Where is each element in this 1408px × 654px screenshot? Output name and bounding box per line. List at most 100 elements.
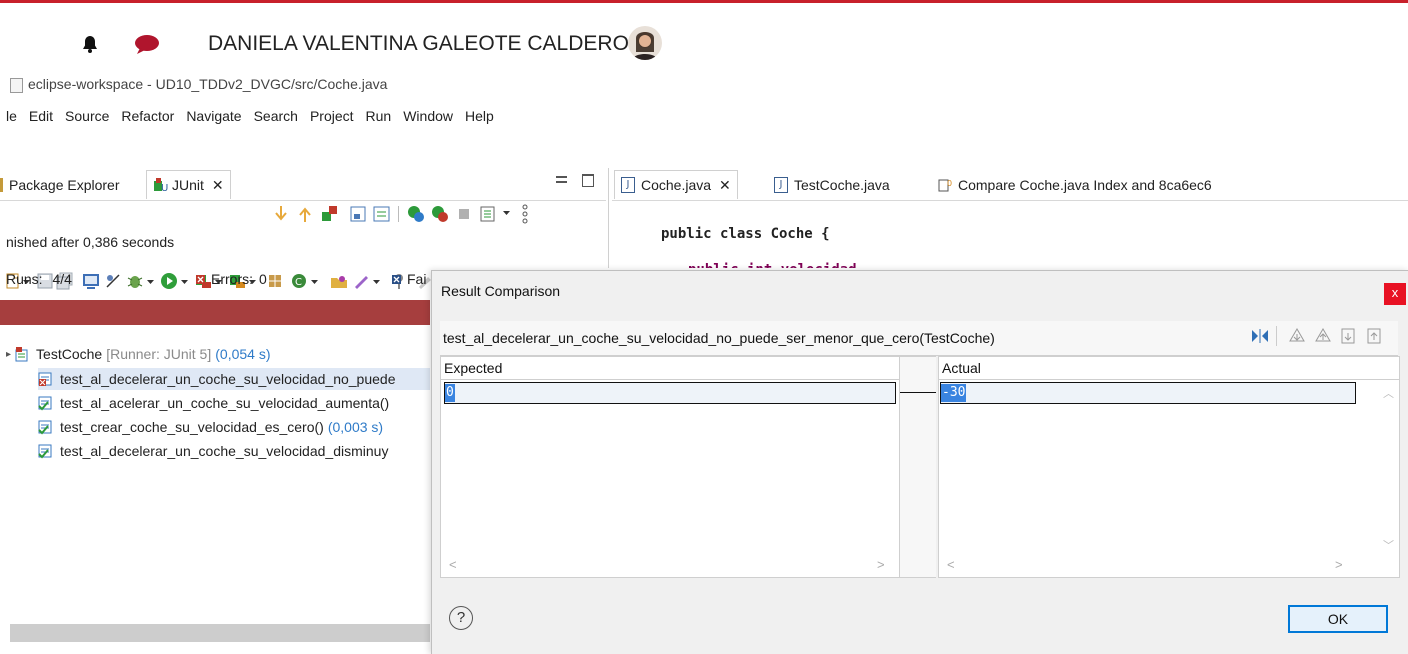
- terminal-icon[interactable]: [82, 272, 100, 290]
- user-name[interactable]: DANIELA VALENTINA GALEOTE CALDERON: [208, 32, 644, 56]
- code-line[interactable]: public class Coche {: [661, 226, 830, 242]
- help-button[interactable]: ?: [449, 606, 473, 630]
- tab-compare[interactable]: 0 Compare Coche.java Index and 8ca6ec6: [932, 172, 1218, 198]
- previous-difference-icon[interactable]: [1314, 327, 1332, 345]
- close-icon[interactable]: ✕: [719, 177, 731, 194]
- test-failed-icon: [38, 371, 54, 387]
- avatar[interactable]: [628, 26, 662, 60]
- menu-file[interactable]: le: [6, 108, 17, 128]
- junit-status: nished after 0,386 seconds: [6, 234, 175, 250]
- new-class-icon[interactable]: C: [290, 272, 308, 290]
- result-comparison-dialog: Result Comparison x test_al_decelerar_un…: [431, 270, 1408, 654]
- expected-scrollbar[interactable]: < >: [441, 557, 899, 575]
- menu-refactor[interactable]: Refactor: [121, 108, 174, 128]
- next-difference-icon[interactable]: [1288, 327, 1306, 345]
- next-change-icon[interactable]: [1340, 327, 1358, 345]
- test-passed-icon: [38, 395, 54, 411]
- dropdown-arrow-icon[interactable]: [180, 272, 190, 290]
- tab-coche-java-label: Coche.java: [641, 177, 712, 193]
- scroll-right-icon[interactable]: >: [1335, 557, 1343, 572]
- ok-button[interactable]: OK: [1288, 605, 1388, 633]
- actual-vertical-scrollbar[interactable]: ︿ ﹀: [1379, 383, 1397, 557]
- dialog-close-button[interactable]: x: [1384, 283, 1406, 305]
- dropdown-arrow-icon[interactable]: [372, 272, 382, 290]
- test-passed-icon: [38, 419, 54, 435]
- tab-testcoche-java-label: TestCoche.java: [794, 177, 890, 193]
- test-tree: ▸ TestCoche [Runner: JUnit 5] (0,054 s) …: [0, 344, 430, 484]
- dropdown-arrow-icon[interactable]: [310, 272, 320, 290]
- skip-breakpoints-icon[interactable]: [104, 272, 122, 290]
- actual-scrollbar[interactable]: < >: [939, 557, 1379, 575]
- menu-search[interactable]: Search: [254, 108, 298, 128]
- bell-icon[interactable]: [80, 34, 100, 54]
- open-type-icon[interactable]: [330, 272, 348, 290]
- run-icon[interactable]: [160, 272, 178, 290]
- window-icon: [10, 78, 23, 93]
- scroll-up-icon[interactable]: ︿: [1383, 385, 1394, 401]
- scroll-down-icon[interactable]: ﹀: [1383, 537, 1394, 553]
- java-file-icon: J: [621, 177, 635, 193]
- rerun-failed-first-icon[interactable]: [430, 204, 450, 224]
- new-package-icon[interactable]: [266, 272, 284, 290]
- runs-counter: Runs: 4/4: [6, 271, 72, 287]
- menu-navigate[interactable]: Navigate: [186, 108, 241, 128]
- tree-item[interactable]: test_al_acelerar_un_coche_su_velocidad_a…: [38, 392, 389, 414]
- scroll-right-icon[interactable]: >: [877, 557, 885, 572]
- tab-package-explorer[interactable]: Package Explorer: [0, 172, 120, 198]
- diff-connector-line: [900, 392, 936, 393]
- stop-icon[interactable]: [458, 208, 470, 220]
- horizontal-scrollbar[interactable]: [10, 624, 430, 642]
- tree-item[interactable]: test_crear_coche_su_velocidad_es_cero() …: [38, 416, 383, 438]
- failure-icon: [392, 274, 401, 284]
- tree-item[interactable]: test_al_decelerar_un_coche_su_velocidad_…: [38, 440, 430, 462]
- dropdown-arrow-icon[interactable]: [502, 208, 512, 220]
- scroll-left-icon[interactable]: <: [947, 557, 955, 572]
- dropdown-arrow-icon[interactable]: [146, 272, 156, 290]
- scroll-left-icon[interactable]: <: [449, 557, 457, 572]
- tree-item[interactable]: test_al_decelerar_un_coche_su_velocidad_…: [38, 368, 430, 390]
- test-run-history-icon[interactable]: [478, 204, 498, 224]
- menu-edit[interactable]: Edit: [29, 108, 53, 128]
- menu-window[interactable]: Window: [403, 108, 453, 128]
- expected-header-line: [441, 379, 899, 380]
- toolbar-separator: [398, 206, 399, 222]
- compare-header: test_al_decelerar_un_coche_su_velocidad_…: [440, 321, 1398, 356]
- actual-value: -30: [941, 384, 967, 402]
- tree-item-label: test_al_acelerar_un_coche_su_velocidad_a…: [60, 395, 390, 411]
- actual-header-line: [939, 379, 1399, 380]
- tab-compare-label: Compare Coche.java Index and 8ca6ec6: [958, 177, 1212, 193]
- menu-source[interactable]: Source: [65, 108, 109, 128]
- svg-text:U: U: [161, 183, 168, 193]
- close-icon[interactable]: ✕: [212, 177, 224, 194]
- toolbar: C ¶: [0, 134, 1060, 290]
- history-icon[interactable]: [372, 204, 392, 224]
- search-pen-icon[interactable]: [352, 272, 370, 290]
- scroll-lock-icon[interactable]: [348, 204, 368, 224]
- previous-failure-icon[interactable]: [296, 204, 314, 224]
- next-failure-icon[interactable]: [272, 204, 290, 224]
- tree-root[interactable]: ▸ TestCoche [Runner: JUnit 5] (0,054 s): [6, 344, 271, 364]
- minimize-icon[interactable]: [556, 176, 567, 183]
- expected-value: 0: [445, 384, 455, 402]
- actual-text-area[interactable]: -30: [940, 382, 1356, 404]
- menu-help[interactable]: Help: [465, 108, 494, 128]
- svg-text:0: 0: [947, 179, 952, 188]
- maximize-icon[interactable]: [582, 174, 594, 187]
- expected-header: Expected: [444, 360, 503, 376]
- tab-testcoche-java[interactable]: J TestCoche.java: [768, 172, 896, 198]
- menu-run[interactable]: Run: [366, 108, 392, 128]
- java-file-icon: J: [774, 177, 788, 193]
- rerun-icon[interactable]: [406, 204, 426, 224]
- expand-arrow-icon[interactable]: ▸: [6, 349, 11, 360]
- tab-junit[interactable]: U JUnit ✕: [146, 170, 231, 199]
- toggle-ancestor-icon[interactable]: [1250, 327, 1270, 345]
- junit-toolbar: [272, 204, 602, 226]
- expected-text-area[interactable]: 0: [444, 382, 896, 404]
- debug-icon[interactable]: [126, 272, 144, 290]
- menu-project[interactable]: Project: [310, 108, 354, 128]
- tab-coche-java[interactable]: J Coche.java ✕: [614, 170, 738, 199]
- previous-change-icon[interactable]: [1366, 327, 1384, 345]
- view-menu-icon[interactable]: [522, 204, 528, 224]
- chat-icon[interactable]: [134, 34, 160, 54]
- show-failures-only-icon[interactable]: [320, 204, 340, 224]
